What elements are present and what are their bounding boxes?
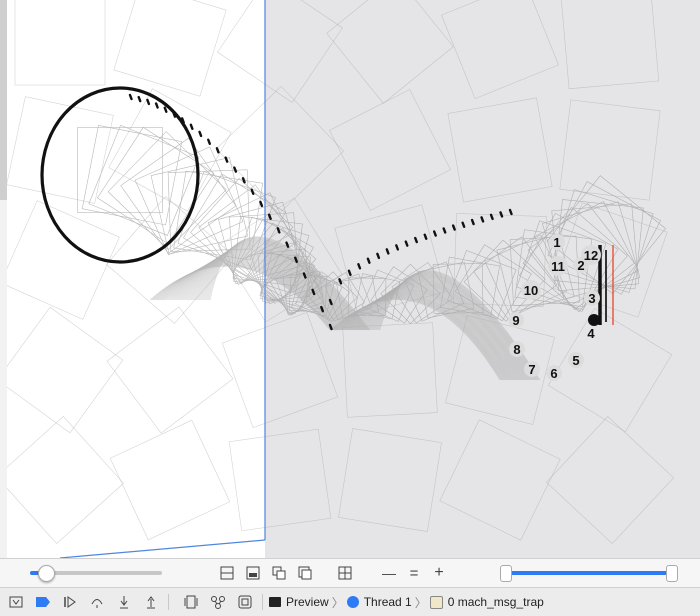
clock-number: 8	[513, 342, 520, 357]
zoom-out-button[interactable]: —	[380, 564, 398, 582]
layout-top-icon[interactable]	[218, 564, 236, 582]
environment-icon[interactable]	[234, 591, 256, 613]
stack-frame-icon	[429, 595, 443, 609]
clock-center-dot	[588, 314, 600, 326]
breadcrumb-item[interactable]: Preview	[286, 595, 329, 609]
memory-graph-icon[interactable]	[207, 591, 229, 613]
range-start-handle[interactable]	[500, 565, 512, 582]
step-out-icon[interactable]	[140, 591, 162, 613]
step-over-icon[interactable]	[86, 591, 108, 613]
breakpoint-icon[interactable]	[32, 591, 54, 613]
clock-number: 12	[584, 248, 598, 263]
clock-number: 7	[528, 362, 535, 377]
range-end-handle[interactable]	[666, 565, 678, 582]
continue-icon[interactable]	[59, 591, 81, 613]
layout-overlay-icon[interactable]	[296, 564, 314, 582]
thread-icon	[346, 596, 359, 608]
clock-number: 9	[512, 313, 519, 328]
layout-bottom-icon[interactable]	[244, 564, 262, 582]
range-slider[interactable]	[500, 565, 678, 582]
grid-icon[interactable]	[336, 564, 354, 582]
spirograph-drawing: 1 2 3 4 5 6 7 8 9 10 11 12	[0, 0, 700, 558]
breadcrumb-item[interactable]: Thread 1	[364, 595, 412, 609]
clock-number: 6	[550, 366, 557, 381]
breadcrumb[interactable]: Preview 〉 Thread 1 〉 0 mach_msg_trap	[269, 591, 544, 613]
preview-target-icon	[269, 597, 281, 607]
clock-number: 10	[524, 283, 538, 298]
clock-number: 4	[587, 326, 595, 341]
zoom-slider[interactable]	[30, 565, 162, 582]
debug-toolbar: Preview 〉 Thread 1 〉 0 mach_msg_trap	[0, 587, 700, 616]
zoom-in-button[interactable]: +	[430, 564, 448, 582]
zoom-fit-button[interactable]: =	[405, 564, 423, 582]
clock-number: 1	[553, 235, 560, 250]
clock-number: 11	[551, 259, 565, 274]
scrollbar-thumb[interactable]	[0, 0, 7, 200]
layout-stack-icon[interactable]	[270, 564, 288, 582]
zoom-slider-knob[interactable]	[38, 565, 55, 582]
step-in-icon[interactable]	[113, 591, 135, 613]
breadcrumb-item[interactable]: 0 mach_msg_trap	[448, 595, 544, 609]
preview-controls-bar: — = +	[0, 558, 700, 587]
clock-number: 5	[572, 353, 579, 368]
preview-canvas[interactable]: 1 2 3 4 5 6 7 8 9 10 11 12	[0, 0, 700, 558]
view-debugger-icon[interactable]	[180, 591, 202, 613]
step-icon[interactable]	[5, 591, 27, 613]
clock-number: 3	[588, 291, 595, 306]
